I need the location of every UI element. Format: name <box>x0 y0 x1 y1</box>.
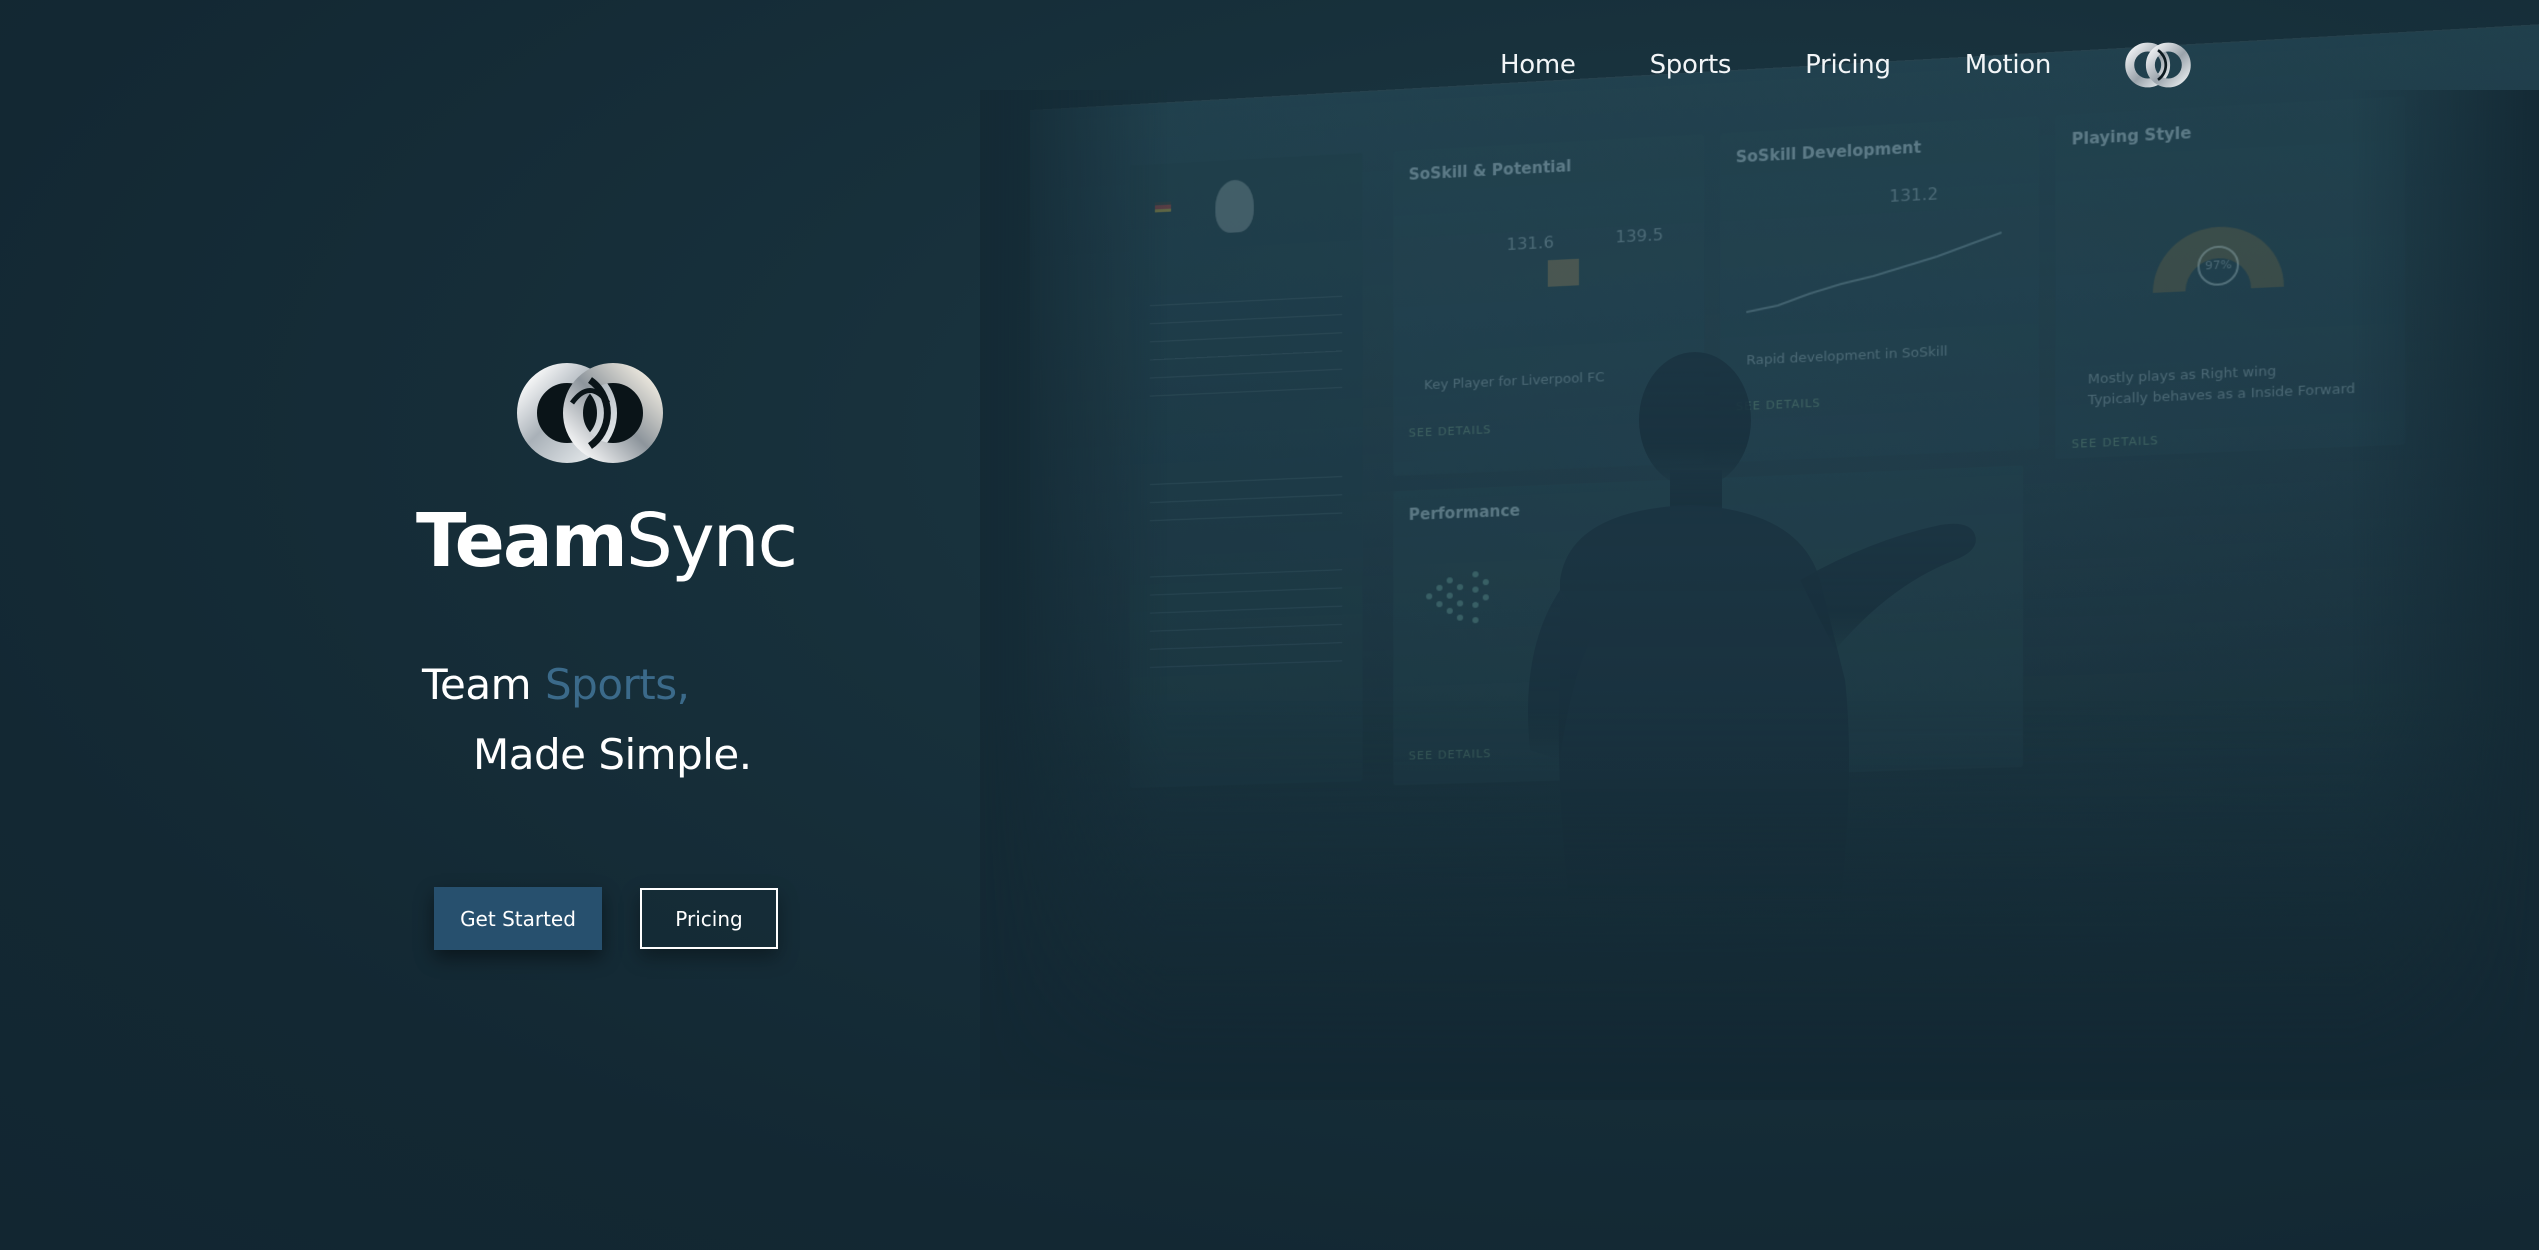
nav-home-link[interactable]: Home <box>1500 50 1576 80</box>
nav-motion-link[interactable]: Motion <box>1965 50 2052 80</box>
dashboard-value: 131.6 <box>1506 232 1554 255</box>
landing-page: SoSkill & Potential 131.6 139.5 Key Play… <box>0 0 2539 1250</box>
pricing-button[interactable]: Pricing <box>640 888 778 949</box>
dashboard-avatar <box>1215 179 1254 234</box>
brand-wordmark-light: Sync <box>625 498 798 584</box>
teamsync-logo-icon[interactable] <box>2123 38 2193 92</box>
dashboard-development-line-chart <box>1736 201 2013 328</box>
brand-wordmark: TeamSync <box>416 498 798 584</box>
teamsync-hero-logo-icon <box>517 363 663 463</box>
dashboard-value: 139.5 <box>1615 224 1664 247</box>
dashboard-value: 97% <box>2205 257 2232 273</box>
dashboard-profile-panel <box>1129 152 1363 789</box>
hero-tagline-line2: Made Simple. <box>473 730 752 779</box>
hero-tagline-plain: Team <box>422 660 532 709</box>
hero-tagline-accent: Sports, <box>545 660 690 709</box>
presenter-silhouette <box>1528 352 1976 910</box>
nav-pricing-link[interactable]: Pricing <box>1805 50 1891 80</box>
dashboard-flag-icon <box>1154 201 1172 213</box>
hero-tagline-line1: Team Sports, <box>422 660 690 709</box>
brand-wordmark-bold: Team <box>416 498 628 584</box>
dashboard-potential-bar <box>1547 258 1579 287</box>
get-started-button[interactable]: Get Started <box>434 887 602 950</box>
top-navigation: Home Sports Pricing Motion <box>1500 38 2193 92</box>
dashboard-value: 131.2 <box>1889 183 1939 207</box>
dashboard-playing-style-gauge <box>2152 223 2284 293</box>
dashboard-see-details-link: SEE DETAILS <box>1408 746 1492 763</box>
nav-sports-link[interactable]: Sports <box>1650 50 1732 80</box>
